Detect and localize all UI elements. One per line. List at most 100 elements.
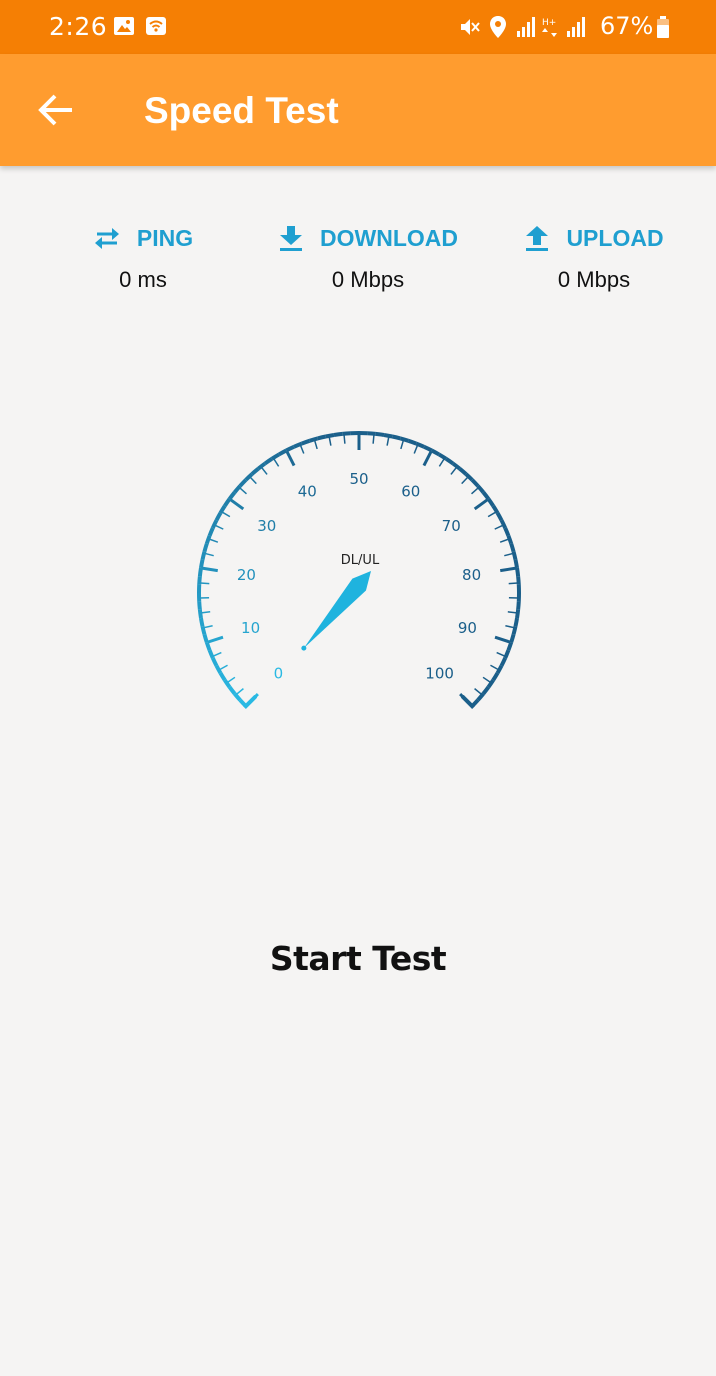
gauge-tick-label: 80 [462,566,481,584]
gauge-arc-segment [308,436,319,443]
gauge-arc-segment [516,576,521,585]
gauge-arc-segment [470,478,480,488]
gauge-minor-tick [400,440,405,450]
signal-icon [515,15,539,44]
gauge-arc-segment [250,467,260,476]
gauge-tick-label: 30 [257,517,276,535]
gauge-arc-segment [200,551,207,561]
gauge-arc-segment [383,432,393,439]
gauge-minor-tick [487,511,497,518]
gauge-end-cap [243,694,258,709]
gauge-minor-tick [499,538,509,543]
gauge-tick-label: 100 [425,665,454,683]
gauge-arc-segment [491,671,500,682]
gauge-minor-tick [496,651,506,657]
gauge-arc-segment [515,567,521,577]
gauge-tick-label: 90 [458,619,477,637]
gauge-arc-segment [391,434,401,441]
gauge-minor-tick [260,466,268,475]
start-test-button[interactable]: Start Test [238,932,478,986]
gauge-minor-tick [504,552,514,557]
gauge-minor-tick [508,582,518,585]
gauge-minor-tick [482,676,491,683]
gauge-minor-tick [249,476,257,485]
ping-value: 0 ms [119,267,167,292]
speed-gauge: 0 10 20 30 40 50 60 70 80 90 100 DL/UL [197,431,522,709]
gauge-arc-segment [515,609,521,619]
gauge-minor-tick [203,624,213,629]
gauge-minor-tick [212,651,222,657]
gauge-minor-tick [450,466,458,475]
gauge-arc-segment [499,519,507,529]
ping-label: PING [136,224,194,251]
gauge-major-tick [422,450,433,467]
app-bar: Speed Test [0,54,716,166]
wifi-calling-icon [145,15,167,42]
signal-icon [565,15,589,44]
gauge-tick-label: 50 [349,470,368,488]
gauge-arc-segment [204,534,212,545]
arrow-back-icon [38,94,72,126]
gauge-arc-segment [197,567,203,577]
gauge-arc-segment [375,431,385,437]
gauge-minor-tick [505,624,515,629]
gauge-arc-segment [211,519,219,529]
gauge-arc-segment [437,452,448,461]
gauge-arc-segment [481,685,491,695]
gauge-arc-segment [207,527,215,537]
gauge-arc-segment [506,534,514,545]
gauge-minor-tick [507,611,517,614]
gauge-arc-segment [513,617,520,627]
status-time: 2:26 [49,12,108,41]
gauge-minor-tick [204,552,214,557]
battery-percent: 67% [600,12,654,40]
gauge-arc-segment [227,491,237,501]
gauge-tick-label: 0 [274,665,284,683]
gauge-major-tick [473,498,489,511]
swap-arrows-icon [94,228,119,249]
gauge-arc-segment [233,484,242,494]
gauge-arc-segment [211,657,219,667]
status-bar: 2:26 H+ 67% [0,0,716,54]
gauge-arc-segment [516,601,521,610]
gauge-minor-tick [219,664,228,671]
battery-icon [656,15,670,44]
gauge-arc-segment [197,576,202,585]
data-arrows-icon: H+ [541,15,561,44]
gauge-minor-tick [239,487,247,495]
gauge-needle-tail [301,645,307,651]
gauge-arc-segment [509,542,516,553]
gauge-major-tick [500,566,517,573]
gauge-arc-segment [227,685,237,695]
gauge-minor-tick [209,538,219,543]
gauge-arc-segment [197,609,203,619]
gauge-arc-segment [503,649,511,659]
gauge-arc-segment [333,431,343,437]
gauge-tick-label: 20 [237,566,256,584]
gauge-minor-tick [471,487,479,495]
gauge-arc-segment [499,657,507,667]
gauge-arc-segment [197,601,202,610]
gauge-arc-segment [214,512,223,522]
gauge-major-tick [207,635,224,644]
gauge-minor-tick [438,458,445,467]
gauge-arc-segment [207,649,215,659]
gauge-minor-tick [343,434,346,444]
gauge-arc-segment [503,527,511,537]
gauge-arc-segment [481,491,491,501]
gauge-arc-segment [278,448,288,457]
image-icon [113,15,135,42]
gauge-arc-segment [300,438,311,446]
gauge-arc-segment [202,542,209,553]
back-button[interactable] [30,84,82,136]
gauge-major-tick [494,635,511,644]
gauge-end-cap [460,694,475,709]
gauge-arc-segment [198,617,205,627]
upload-metric: UPLOAD 0 Mbps [474,220,714,293]
gauge-arc-segment [325,432,335,439]
gauge-major-tick [201,566,218,573]
gauge-minor-tick [490,664,499,671]
gauge-minor-tick [461,476,469,485]
download-value: 0 Mbps [331,267,405,292]
gauge-minor-tick [372,434,375,444]
